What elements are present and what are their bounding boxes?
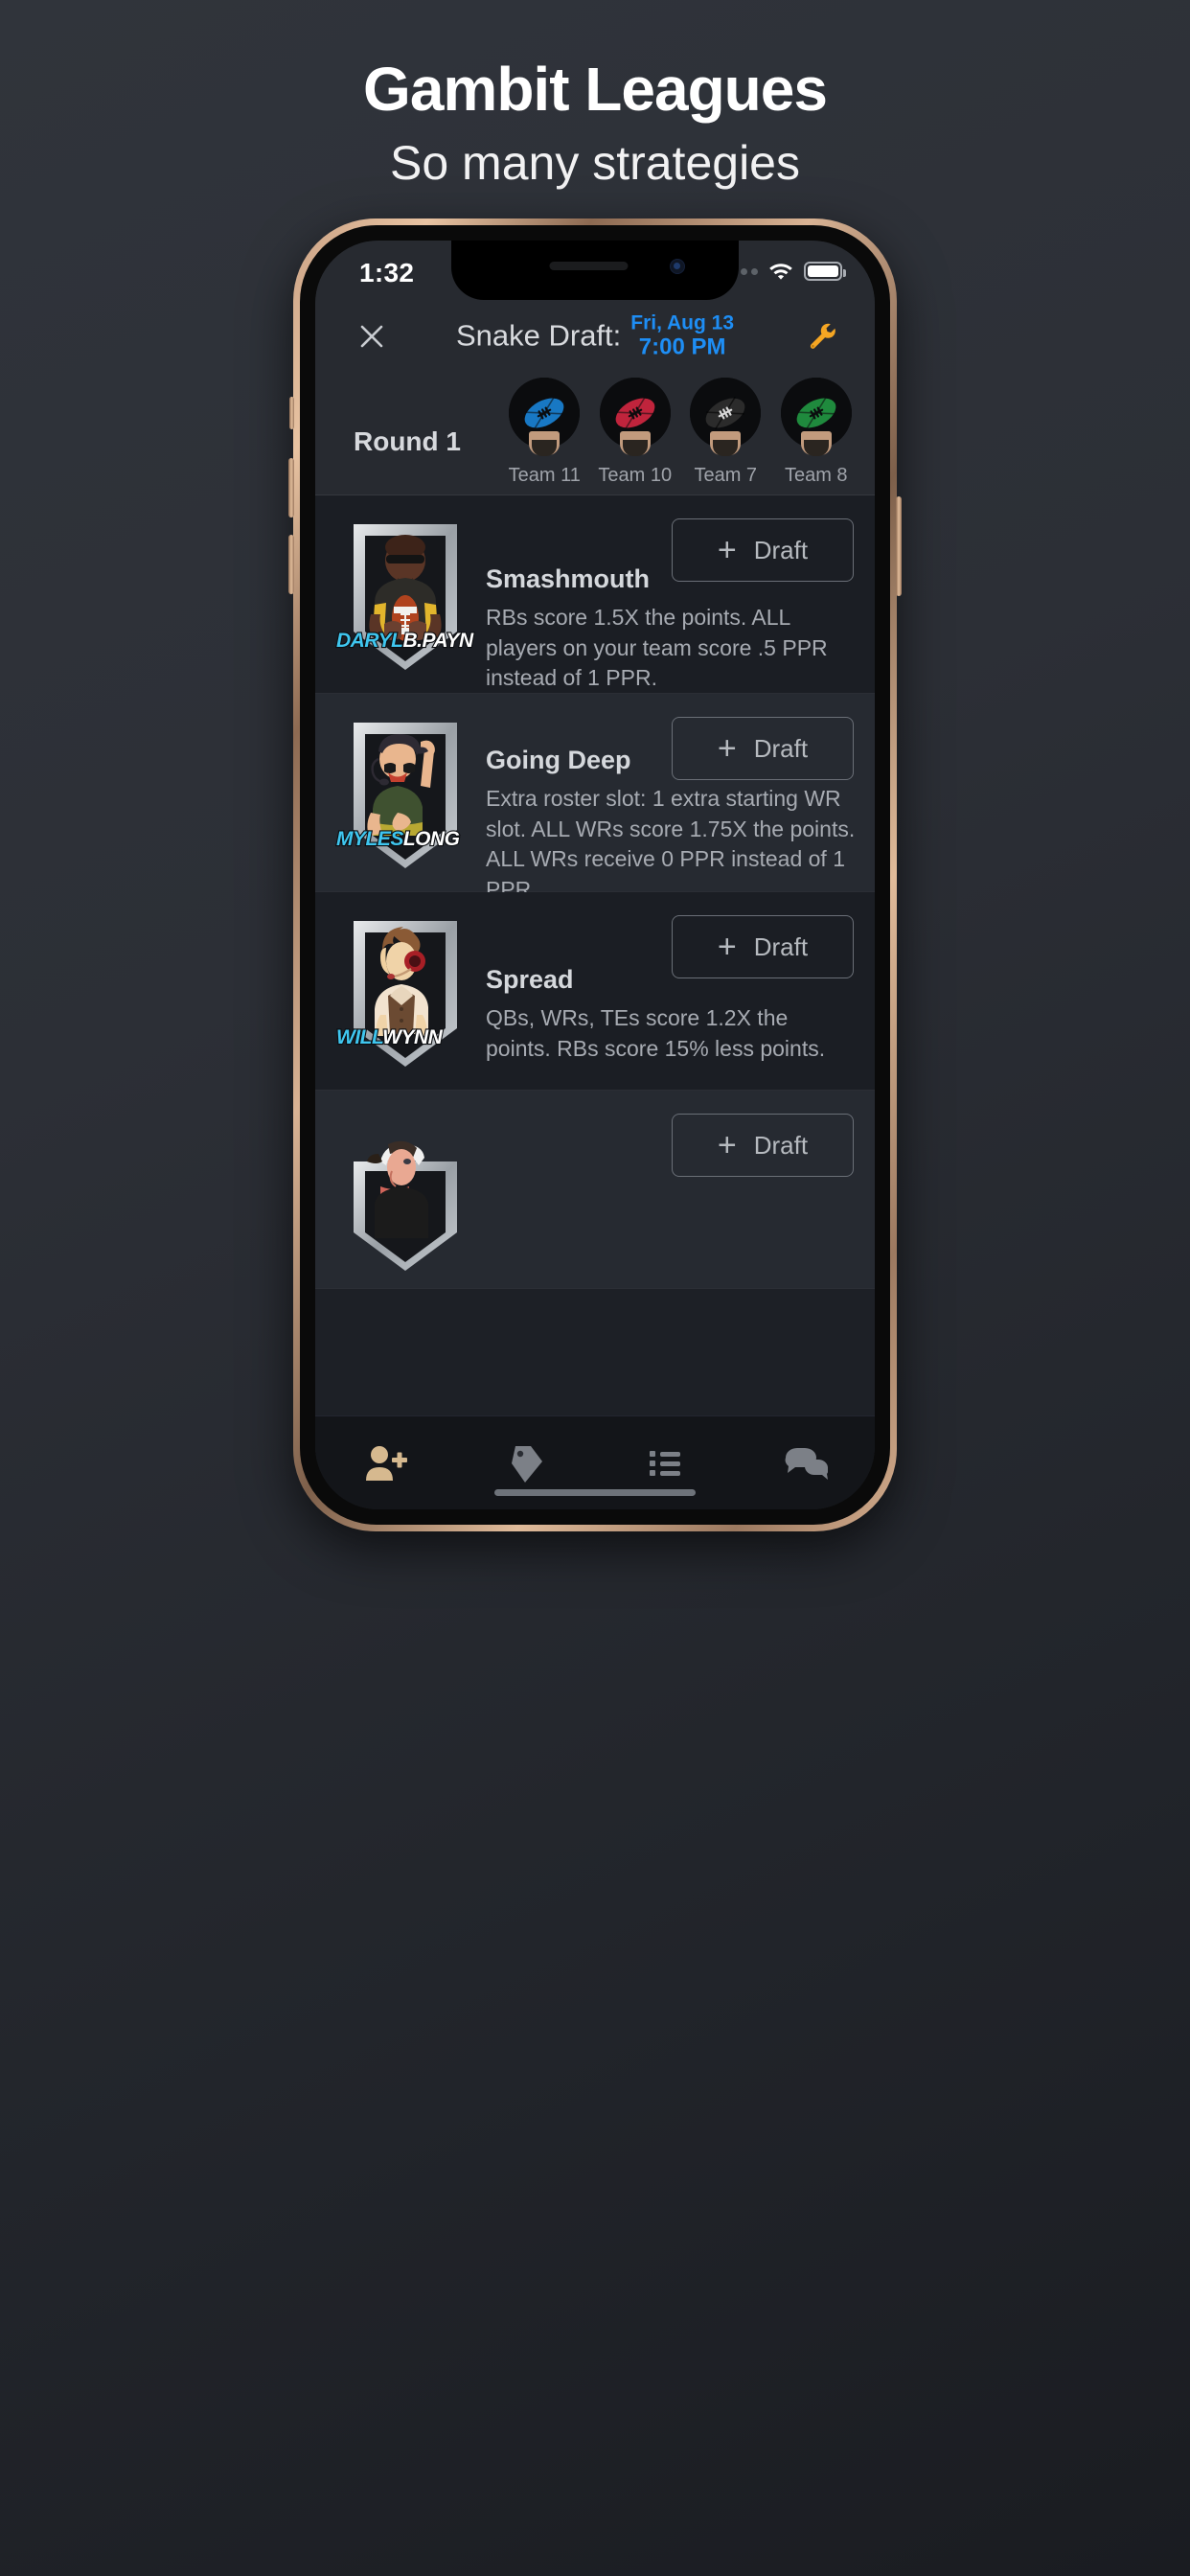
gambit-text: Smashmouth RBs score 1.5X the points. AL… xyxy=(486,564,856,694)
team-name: Team 7 xyxy=(694,465,758,486)
battery-full-icon xyxy=(804,262,846,281)
avatar-name-last: WYNN xyxy=(381,1025,444,1049)
draft-button-label: Draft xyxy=(753,1130,809,1160)
plus-icon: + xyxy=(717,730,737,767)
helmet-icon xyxy=(800,431,832,456)
page-title: Gambit Leagues xyxy=(363,55,828,124)
gambit-card[interactable]: + Draft xyxy=(315,1091,875,1289)
wifi-icon xyxy=(768,262,793,281)
status-bar-time: 1:32 xyxy=(359,258,415,288)
list-icon xyxy=(650,1450,680,1476)
gambit-description: Extra roster slot: 1 extra starting WR s… xyxy=(486,786,856,903)
draft-time: 7:00 PM xyxy=(638,334,726,360)
mute-switch[interactable] xyxy=(289,397,294,429)
volume-down-button[interactable] xyxy=(288,535,294,594)
avatar-name-first: DARYL xyxy=(335,629,404,653)
avatar-nameplate: DARYLB.PAYN xyxy=(335,629,474,653)
helmet-icon xyxy=(619,431,651,456)
tab-chat[interactable] xyxy=(735,1442,875,1484)
home-indicator[interactable] xyxy=(494,1489,696,1496)
notch xyxy=(451,241,739,300)
phone-frame: 1:32 Snake Draft: Fri, Aug 13 7:00 PM Ro… xyxy=(288,218,902,1531)
draft-button[interactable]: + Draft xyxy=(672,518,854,582)
team-avatar xyxy=(596,375,674,456)
player-avatar-spread: WILLWYNN xyxy=(335,908,469,1076)
draft-button-label: Draft xyxy=(753,535,809,564)
gambit-description: QBs, WRs, TEs score 1.2X the points. RBs… xyxy=(486,1005,826,1061)
nav-title: Snake Draft: xyxy=(455,318,622,353)
gambit-list[interactable]: DARYLB.PAYN Smashmouth RBs score 1.5X th… xyxy=(315,495,875,1415)
team-name: Team 10 xyxy=(598,465,673,486)
helmet-icon xyxy=(529,431,561,456)
plus-icon: + xyxy=(717,929,737,965)
tab-add-person[interactable] xyxy=(315,1442,455,1484)
add-person-icon xyxy=(366,1445,407,1481)
tab-tag[interactable] xyxy=(455,1442,595,1484)
round-bar: Round 1 Team 11 Team 10 Team 7 Team 8 xyxy=(315,373,875,495)
team-item[interactable]: Team 10 xyxy=(590,375,681,487)
tab-list[interactable] xyxy=(595,1442,735,1484)
avatar-name-first: WILL xyxy=(335,1025,384,1049)
draft-button[interactable]: + Draft xyxy=(672,717,854,780)
earpiece-speaker xyxy=(549,262,629,270)
draft-button[interactable]: + Draft xyxy=(672,1114,854,1177)
front-camera-icon xyxy=(670,259,685,274)
player-avatar-smashmouth: DARYLB.PAYN xyxy=(335,511,474,679)
phone-mockup: 1:32 Snake Draft: Fri, Aug 13 7:00 PM Ro… xyxy=(288,218,902,1531)
nav-center-group: Snake Draft: Fri, Aug 13 7:00 PM xyxy=(315,311,875,360)
team-item[interactable]: Team 8 xyxy=(771,375,862,487)
tag-icon xyxy=(512,1445,542,1483)
phone-bezel: 1:32 Snake Draft: Fri, Aug 13 7:00 PM Ro… xyxy=(300,225,890,1525)
gambit-card[interactable]: DARYLB.PAYN Smashmouth RBs score 1.5X th… xyxy=(315,495,875,694)
team-name: Team 11 xyxy=(508,465,581,486)
team-name: Team 8 xyxy=(784,465,848,486)
bottom-tab-bar xyxy=(315,1415,875,1509)
team-item[interactable]: Team 7 xyxy=(680,375,771,487)
chat-bubbles-icon xyxy=(785,1447,828,1480)
promo-header: Gambit Leagues So many strategies xyxy=(0,0,1190,190)
page-subtitle: So many strategies xyxy=(390,136,800,191)
avatar-nameplate: MYLESLONG xyxy=(335,827,461,851)
team-avatar xyxy=(506,375,584,456)
round-label: Round 1 xyxy=(354,426,461,456)
avatar-name-last: B.PAYN xyxy=(401,629,474,653)
plus-icon: + xyxy=(717,532,737,568)
team-list: Team 11 Team 10 Team 7 Team 8 xyxy=(499,375,861,487)
avatar-nameplate: WILLWYNN xyxy=(335,1025,444,1049)
avatar-name-first: MYLES xyxy=(335,827,405,851)
power-button[interactable] xyxy=(896,496,902,596)
team-item[interactable]: Team 11 xyxy=(499,375,590,487)
phone-screen: 1:32 Snake Draft: Fri, Aug 13 7:00 PM Ro… xyxy=(315,241,875,1509)
draft-date: Fri, Aug 13 xyxy=(630,311,735,334)
draft-button-label: Draft xyxy=(753,932,809,961)
team-avatar xyxy=(777,375,855,456)
plus-icon: + xyxy=(717,1127,737,1163)
player-avatar-going-deep: MYLESLONG xyxy=(335,709,469,878)
gambit-text: Spread QBs, WRs, TEs score 1.2X the poin… xyxy=(486,965,856,1064)
team-avatar xyxy=(687,375,765,456)
draft-button-label: Draft xyxy=(753,733,809,763)
gambit-card[interactable]: WILLWYNN Spread QBs, WRs, TEs score 1.2X… xyxy=(315,892,875,1091)
gambit-description: RBs score 1.5X the points. ALL players o… xyxy=(486,605,828,691)
app-nav-bar: Snake Draft: Fri, Aug 13 7:00 PM xyxy=(315,300,875,373)
draft-button[interactable]: + Draft xyxy=(672,915,854,978)
avatar-name-last: LONG xyxy=(402,827,461,851)
wrench-icon[interactable] xyxy=(806,320,838,353)
gambit-card[interactable]: MYLESLONG Going Deep Extra roster slot: … xyxy=(315,694,875,902)
draft-datetime[interactable]: Fri, Aug 13 7:00 PM xyxy=(630,311,735,360)
volume-up-button[interactable] xyxy=(288,458,294,518)
player-avatar-partial xyxy=(342,1112,469,1280)
helmet-icon xyxy=(710,431,742,456)
